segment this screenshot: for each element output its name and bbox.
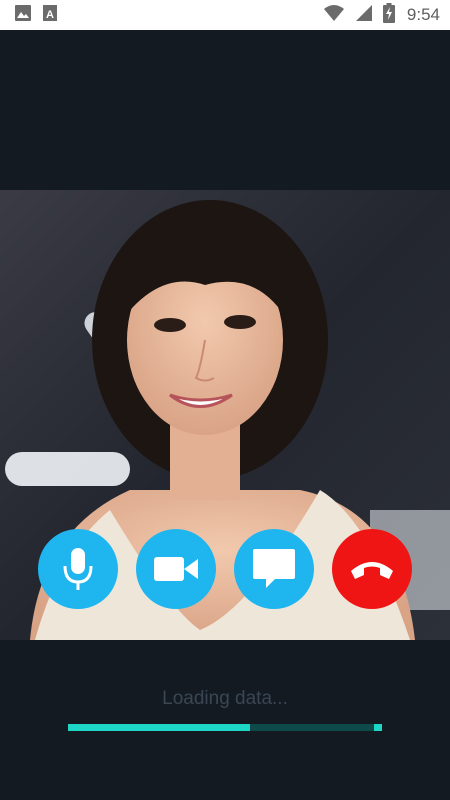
svg-text:A: A	[46, 9, 54, 21]
status-right: 9:54	[323, 2, 440, 28]
status-time: 9:54	[406, 5, 440, 24]
progress-end-marker	[374, 724, 382, 731]
loading-text: Loading data...	[162, 688, 288, 709]
image-icon	[14, 4, 32, 27]
status-bar: A 9:54	[0, 0, 450, 30]
progress-fill	[68, 724, 251, 731]
chat-button[interactable]	[234, 529, 314, 609]
end-call-button[interactable]	[332, 529, 412, 609]
battery-charging-icon	[382, 2, 395, 28]
message-icon	[253, 549, 295, 588]
wifi-icon	[323, 4, 345, 27]
video-camera-icon	[154, 557, 198, 581]
loading-progress-bar	[68, 724, 382, 731]
microphone-icon	[63, 548, 93, 590]
signal-icon	[355, 4, 373, 27]
mute-button[interactable]	[38, 529, 118, 609]
hang-up-icon	[351, 562, 393, 579]
video-call-screen: A 9:54 Loading data...	[0, 0, 450, 800]
text-icon: A	[42, 4, 58, 27]
call-controls	[0, 529, 450, 609]
video-toggle-button[interactable]	[136, 529, 216, 609]
status-left: A	[14, 4, 58, 27]
